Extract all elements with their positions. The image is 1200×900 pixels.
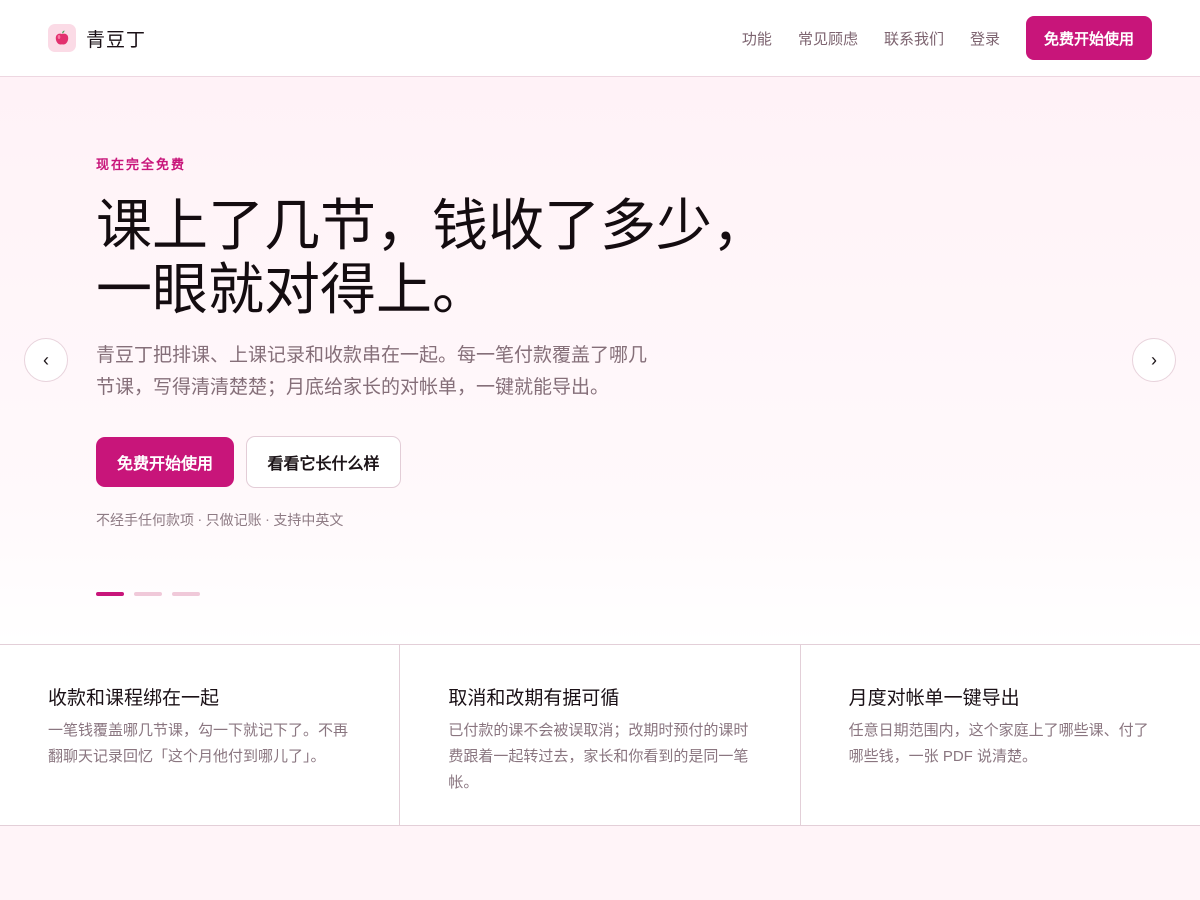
brand[interactable]: 青豆丁 (48, 24, 146, 52)
feature-description: 一笔钱覆盖哪几节课，勾一下就记下了。不再翻聊天记录回忆「这个月他付到哪儿了」。 (48, 722, 349, 765)
hero-signup-button[interactable]: 免费开始使用 (96, 437, 234, 487)
hero-headline-line1: 课上了几节，钱收了多少， (96, 196, 768, 258)
feature-card: 取消和改期有据可循 已付款的课不会被误取消；改期时预付的课时费跟着一起转过去，家… (400, 645, 801, 825)
carousel-prev-button[interactable]: ‹ (24, 338, 68, 382)
carousel-next-button[interactable]: › (1132, 338, 1176, 382)
hero-headline: 课上了几节，钱收了多少， 一眼就对得上。 (96, 195, 796, 323)
nav-link-login[interactable]: 登录 (970, 28, 1000, 49)
hero-carousel: 现在完全免费 课上了几节，钱收了多少， 一眼就对得上。 青豆丁把排课、上课记录和… (0, 77, 1200, 644)
feature-title: 收款和课程绑在一起 (48, 688, 220, 709)
hero-demo-button[interactable]: 看看它长什么样 (246, 436, 401, 488)
main-nav: 功能 常见顾虑 联系我们 登录 免费开始使用 (716, 16, 1152, 60)
feature-description: 任意日期范围内，这个家庭上了哪些课、付了哪些钱，一张 PDF 说清楚。 (848, 722, 1149, 765)
nav-link-faq[interactable]: 常见顾虑 (798, 28, 858, 49)
site-header: 青豆丁 功能 常见顾虑 联系我们 登录 免费开始使用 (0, 0, 1200, 77)
chevron-left-icon: ‹ (43, 349, 49, 370)
feature-card: 月度对帐单一键导出 任意日期范围内，这个家庭上了哪些课、付了哪些钱，一张 PDF… (801, 645, 1200, 825)
chevron-right-icon: › (1151, 349, 1157, 370)
feature-title: 取消和改期有据可循 (448, 688, 620, 709)
feature-strip: 收款和课程绑在一起 一笔钱覆盖哪几节课，勾一下就记下了。不再翻聊天记录回忆「这个… (0, 644, 1200, 826)
carousel-dot-1[interactable] (96, 592, 124, 596)
feature-title: 月度对帐单一键导出 (848, 688, 1020, 709)
nav-link-contact[interactable]: 联系我们 (884, 28, 944, 49)
brand-name: 青豆丁 (86, 28, 147, 51)
apple-icon (48, 24, 76, 52)
hero-subtext: 青豆丁把排课、上课记录和收款串在一起。每一笔付款覆盖了哪几节课，写得清清楚楚；月… (96, 345, 648, 398)
feature-description: 已付款的课不会被误取消；改期时预付的课时费跟着一起转过去，家长和你看到的是同一笔… (448, 722, 749, 791)
carousel-dot-3[interactable] (172, 592, 200, 596)
hero-headline-line2: 一眼就对得上。 (96, 260, 488, 322)
carousel-dot-2[interactable] (134, 592, 162, 596)
header-signup-button[interactable]: 免费开始使用 (1025, 16, 1152, 60)
carousel-indicators (96, 592, 200, 596)
nav-link-features[interactable]: 功能 (742, 28, 772, 49)
hero-footnote: 不经手任何款项 · 只做记账 · 支持中英文 (96, 514, 344, 529)
feature-card: 收款和课程绑在一起 一笔钱覆盖哪几节课，勾一下就记下了。不再翻聊天记录回忆「这个… (0, 645, 401, 825)
hero-eyebrow: 现在完全免费 (96, 157, 187, 172)
